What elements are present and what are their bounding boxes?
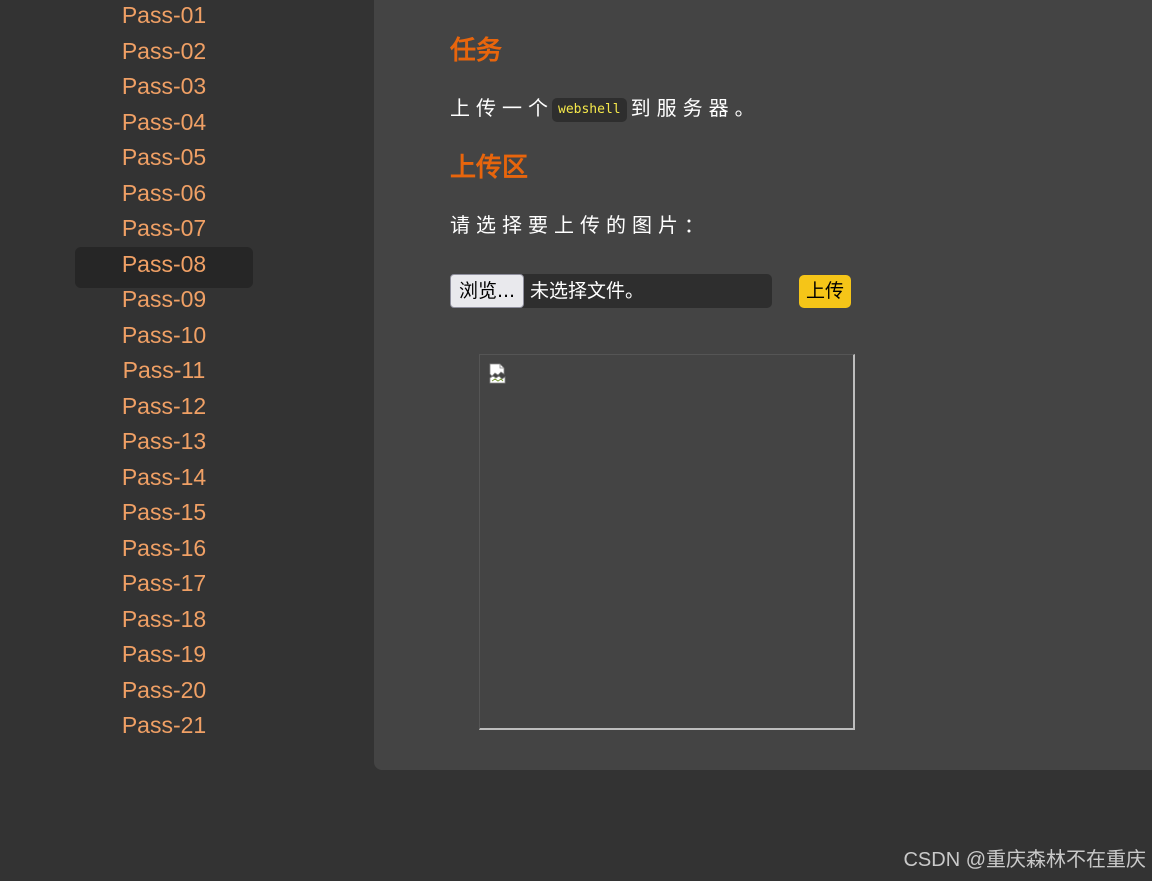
sidebar-item-pass-11[interactable]: Pass-11 bbox=[75, 353, 253, 394]
main-panel: 任务 上传一个 webshell 到服务器。 上传区 请选择要上传的图片： 浏览..… bbox=[374, 0, 1152, 770]
task-text-before: 上传一个 bbox=[450, 96, 554, 120]
sidebar-item-pass-13[interactable]: Pass-13 bbox=[75, 424, 253, 465]
file-input[interactable]: 浏览... 未选择文件。 bbox=[450, 274, 772, 308]
upload-area-heading: 上传区 bbox=[450, 152, 529, 182]
image-preview bbox=[479, 354, 855, 730]
task-text-after: 到服务器。 bbox=[630, 96, 761, 120]
sidebar-item-pass-15[interactable]: Pass-15 bbox=[75, 495, 253, 536]
browse-button[interactable]: 浏览... bbox=[450, 274, 524, 308]
task-heading: 任务 bbox=[450, 35, 503, 65]
broken-image-icon bbox=[489, 363, 506, 384]
sidebar-item-pass-03[interactable]: Pass-03 bbox=[75, 69, 253, 110]
sidebar-item-pass-07[interactable]: Pass-07 bbox=[75, 211, 253, 252]
sidebar-item-pass-05[interactable]: Pass-05 bbox=[75, 140, 253, 181]
upload-button[interactable]: 上传 bbox=[799, 275, 851, 308]
file-status: 未选择文件。 bbox=[530, 280, 645, 302]
sidebar-item-pass-21[interactable]: Pass-21 bbox=[75, 708, 253, 749]
sidebar-item-pass-09[interactable]: Pass-09 bbox=[75, 282, 253, 323]
webshell-code: webshell bbox=[552, 97, 627, 122]
task-description: 上传一个 webshell 到服务器。 bbox=[450, 93, 761, 123]
sidebar: Pass-01 Pass-02 Pass-03 Pass-04 Pass-05 Pass-… bbox=[0, 0, 374, 881]
sidebar-item-pass-19[interactable]: Pass-19 bbox=[75, 637, 253, 678]
watermark: CSDN @重庆森林不在重庆 bbox=[903, 849, 1146, 871]
upload-prompt: 请选择要上传的图片： bbox=[450, 213, 710, 237]
sidebar-item-pass-17[interactable]: Pass-17 bbox=[75, 566, 253, 607]
